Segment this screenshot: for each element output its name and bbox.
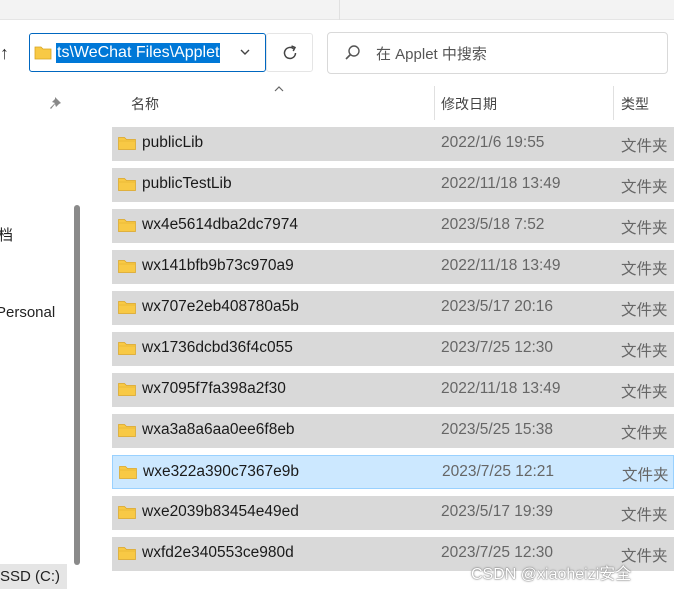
file-name: publicTestLib — [142, 175, 232, 192]
folder-icon — [34, 46, 52, 60]
folder-icon — [118, 260, 136, 273]
file-date: 2023/7/25 12:30 — [441, 339, 554, 356]
file-row[interactable]: publicTestLib 2022/11/18 13:49 文件夹 — [112, 168, 674, 202]
file-type: 文件夹 — [621, 302, 668, 319]
search-box[interactable]: 在 Applet 中搜索 — [327, 32, 668, 74]
tab-strip-left — [0, 0, 340, 20]
folder-icon — [118, 178, 136, 191]
watermark: CSDN @xiaoheizi安全 — [471, 566, 632, 583]
file-date: 2023/5/17 20:16 — [441, 298, 554, 315]
file-date: 2023/5/17 19:39 — [441, 503, 554, 520]
tab-strip-right — [346, 0, 674, 20]
file-row[interactable]: wxa3a8a6aa0ee6f8eb 2023/5/25 15:38 文件夹 — [112, 414, 674, 448]
search-input[interactable]: 在 Applet 中搜索 — [376, 43, 487, 64]
folder-icon — [118, 424, 136, 437]
sidebar-item-drive-c[interactable]: SSD (C:) — [0, 564, 67, 589]
search-icon — [345, 45, 360, 60]
folder-icon — [118, 383, 136, 396]
pin-icon[interactable] — [50, 96, 64, 110]
nav-scrollbar[interactable] — [74, 205, 80, 565]
file-type: 文件夹 — [621, 179, 668, 196]
file-row[interactable]: wx707e2eb408780a5b 2023/5/17 20:16 文件夹 — [112, 291, 674, 325]
chevron-down-icon[interactable] — [239, 46, 251, 58]
file-date: 2022/1/6 19:55 — [441, 134, 545, 151]
column-divider[interactable] — [434, 86, 435, 120]
column-header-name[interactable]: 名称 — [131, 94, 159, 114]
file-row[interactable]: wx141bfb9b73c970a9 2022/11/18 13:49 文件夹 — [112, 250, 674, 284]
folder-icon — [118, 506, 136, 519]
up-arrow-icon[interactable]: ↑ — [0, 40, 14, 66]
file-row[interactable]: wx4e5614dba2dc7974 2023/5/18 7:52 文件夹 — [112, 209, 674, 243]
file-date: 2022/11/18 13:49 — [441, 175, 561, 192]
sort-ascending-icon — [274, 86, 284, 92]
file-type: 文件夹 — [621, 261, 668, 278]
file-row[interactable]: wxe322a390c7367e9b 2023/7/25 12:21 文件夹 — [112, 455, 674, 489]
file-date: 2023/5/18 7:52 — [441, 216, 545, 233]
file-type: 文件夹 — [621, 425, 668, 442]
file-type: 文件夹 — [622, 467, 669, 484]
file-date: 2023/5/25 15:38 — [441, 421, 554, 438]
file-type: 文件夹 — [621, 220, 668, 237]
file-name: wx1736dcbd36f4c055 — [142, 339, 293, 356]
file-name: wxfd2e340553ce980d — [142, 544, 294, 561]
file-name: wxe322a390c7367e9b — [143, 463, 299, 480]
folder-icon — [118, 301, 136, 314]
refresh-icon — [283, 44, 296, 59]
file-type: 文件夹 — [621, 384, 668, 401]
file-type: 文件夹 — [621, 507, 668, 524]
file-row[interactable]: wx1736dcbd36f4c055 2023/7/25 12:30 文件夹 — [112, 332, 674, 366]
file-row[interactable]: wxe2039b83454e49ed 2023/5/17 19:39 文件夹 — [112, 496, 674, 530]
file-name: publicLib — [142, 134, 204, 151]
file-name: wx707e2eb408780a5b — [142, 298, 299, 315]
refresh-button[interactable] — [266, 33, 313, 72]
folder-icon — [119, 466, 137, 479]
address-path[interactable]: ts\WeChat Files\Applet — [56, 42, 221, 63]
file-name: wxe2039b83454e49ed — [142, 503, 299, 520]
file-type: 文件夹 — [621, 138, 668, 155]
file-name: wx141bfb9b73c970a9 — [142, 257, 294, 274]
sidebar-item-documents[interactable]: 档 — [0, 224, 13, 245]
address-bar[interactable]: ts\WeChat Files\Applet — [29, 33, 266, 72]
folder-icon — [118, 219, 136, 232]
column-header-type[interactable]: 类型 — [621, 94, 649, 114]
file-name: wxa3a8a6aa0ee6f8eb — [142, 421, 295, 438]
folder-icon — [118, 342, 136, 355]
sidebar-item-personal[interactable]: Personal — [0, 304, 55, 321]
title-strip — [0, 0, 674, 20]
file-type: 文件夹 — [621, 343, 668, 360]
folder-icon — [118, 547, 136, 560]
file-date: 2022/11/18 13:49 — [441, 380, 561, 397]
file-row[interactable]: wx7095f7fa398a2f30 2022/11/18 13:49 文件夹 — [112, 373, 674, 407]
folder-icon — [118, 137, 136, 150]
column-divider[interactable] — [613, 86, 614, 120]
file-name: wx4e5614dba2dc7974 — [142, 216, 298, 233]
file-row[interactable]: publicLib 2022/1/6 19:55 文件夹 — [112, 127, 674, 161]
column-header-date[interactable]: 修改日期 — [441, 94, 497, 114]
file-name: wx7095f7fa398a2f30 — [142, 380, 286, 397]
file-date: 2023/7/25 12:21 — [442, 463, 555, 480]
file-date: 2022/11/18 13:49 — [441, 257, 561, 274]
